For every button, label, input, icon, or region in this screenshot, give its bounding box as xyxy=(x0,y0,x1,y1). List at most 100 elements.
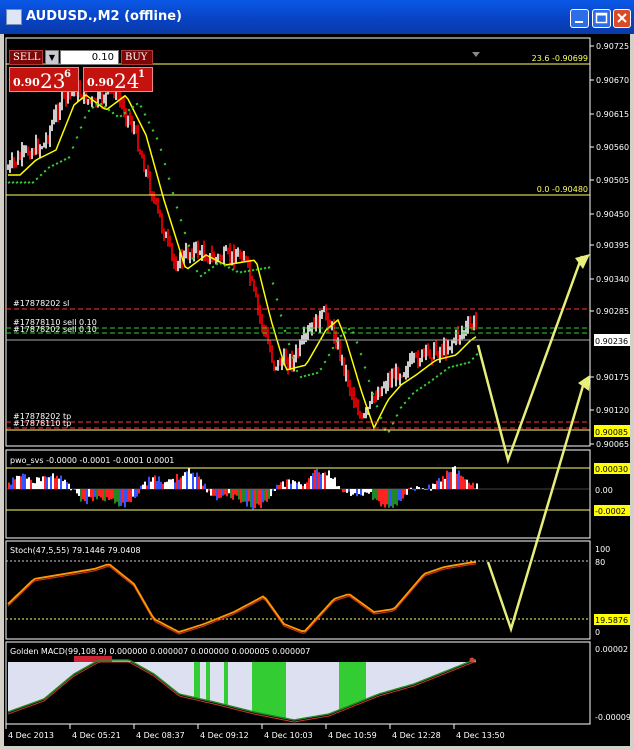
pwo-bar xyxy=(310,476,312,489)
pwo-bar xyxy=(198,476,200,489)
maximize-button[interactable] xyxy=(592,9,611,28)
pwo-bar xyxy=(234,489,236,495)
pwo-bar xyxy=(188,468,190,489)
pwo-bar xyxy=(464,479,466,489)
ma-green-dot xyxy=(475,353,479,356)
pwo-lower-value: -0.0002 xyxy=(595,507,626,516)
ma-green-dot xyxy=(155,137,159,140)
price-axis-label: 0.90340 xyxy=(596,275,629,284)
pwo-bar xyxy=(210,489,212,496)
macd-axis-top: 0.00002 xyxy=(595,645,628,654)
order-label-tp-2: #17878110 tp xyxy=(13,419,71,428)
title-bar[interactable]: AUDUSD.,M2 (offline) xyxy=(0,0,634,34)
ma-green-dot xyxy=(35,177,39,181)
ma-green-dot xyxy=(439,372,443,375)
ma-green-dot xyxy=(147,121,151,124)
pwo-bar xyxy=(232,489,234,500)
pwo-bar xyxy=(94,489,96,497)
ma-green-dot xyxy=(311,372,315,376)
pwo-bar xyxy=(156,480,158,489)
pwo-bar xyxy=(194,476,196,489)
pwo-bar xyxy=(100,489,102,498)
pwo-bar xyxy=(400,489,402,502)
main-chart-panel[interactable]: 23.6 -0.90699 0.0 -0.90480 #17878202 sl … xyxy=(5,37,630,449)
buy-button[interactable]: BUY xyxy=(121,50,153,65)
ma-green-dot xyxy=(431,378,435,381)
price-axis-label: 0.90120 xyxy=(596,406,629,415)
ma-green-dot xyxy=(215,262,219,266)
ma-green-dot xyxy=(31,181,35,184)
macd-green-block xyxy=(252,662,286,719)
ma-green-dot xyxy=(171,191,175,195)
pwo-bar xyxy=(174,482,176,489)
pwo-bar xyxy=(296,482,298,489)
macd-panel[interactable]: Golden MACD(99,108,9) 0.000000 0.000007 … xyxy=(5,641,630,725)
pwo-bar xyxy=(352,489,354,495)
lot-size-input[interactable]: 0.10 xyxy=(60,50,119,65)
ma-green-dot xyxy=(283,329,287,333)
ma-green-dot xyxy=(151,129,155,132)
macd-end-dot xyxy=(469,657,475,663)
pwo-bar xyxy=(386,489,388,505)
pwo-bar xyxy=(390,489,392,507)
pwo-bar xyxy=(278,484,280,489)
ma-green-dot xyxy=(363,366,367,369)
price-axis-label: 0.90175 xyxy=(596,373,629,382)
price-axis-label: 0.90615 xyxy=(596,110,629,119)
pwo-bar xyxy=(200,479,202,489)
pwo-bar xyxy=(370,489,372,492)
pwo-bar xyxy=(86,489,88,505)
one-click-trading-panel[interactable]: SELL ▼ 0.10 BUY 0.90 23 6 0.90 24 1 xyxy=(9,50,153,93)
pwo-bar xyxy=(442,476,444,489)
stoch-axis-80: 80 xyxy=(595,558,605,567)
pwo-bar xyxy=(30,479,32,489)
ma-green-dot xyxy=(187,244,191,248)
sell-button[interactable]: SELL xyxy=(9,50,43,65)
ma-green-dot xyxy=(63,158,67,161)
ma-green-dot xyxy=(107,108,111,112)
pwo-bar xyxy=(214,489,216,496)
ma-green-dot xyxy=(375,404,379,408)
pwo-bar xyxy=(396,489,398,506)
lot-dropdown-button[interactable]: ▼ xyxy=(45,50,59,65)
pwo-bar xyxy=(68,483,70,489)
pwo-bar xyxy=(322,472,324,489)
ma-green-dot xyxy=(403,401,407,405)
pwo-bar xyxy=(250,489,252,508)
pwo-bar xyxy=(56,475,58,489)
pwo-bar xyxy=(256,489,258,504)
fib-label-lower: 0.0 -0.90480 xyxy=(537,185,588,194)
pwo-bar xyxy=(434,484,436,489)
time-axis-label: 4 Dec 08:37 xyxy=(136,731,185,740)
pwo-bar xyxy=(346,489,348,493)
pwo-bar xyxy=(428,484,430,489)
pwo-bar xyxy=(186,471,188,489)
ma-green-dot xyxy=(59,160,63,163)
stochastic-panel[interactable]: Stoch(47,5,55) 79.1446 79.0408 100 80 19… xyxy=(5,540,630,640)
chart-area[interactable]: 23.6 -0.90699 0.0 -0.90480 #17878202 sl … xyxy=(4,34,630,746)
close-button[interactable] xyxy=(613,9,631,28)
ma-green-dot xyxy=(15,181,19,184)
time-axis-label: 4 Dec 2013 xyxy=(8,731,54,740)
sell-price-button[interactable]: 0.90 23 6 xyxy=(9,67,79,93)
buy-price-button[interactable]: 0.90 24 1 xyxy=(83,67,153,93)
pwo-bar xyxy=(50,476,52,489)
time-axis-label: 4 Dec 10:03 xyxy=(264,731,313,740)
pwo-bar xyxy=(398,489,400,501)
pwo-bar xyxy=(326,475,328,489)
pwo-bar xyxy=(362,489,364,496)
pwo-bar xyxy=(306,482,308,489)
ma-green-dot xyxy=(295,369,299,373)
pwo-bar xyxy=(212,489,214,496)
close-icon xyxy=(617,13,627,23)
order-label-sl: #17878202 sl xyxy=(13,299,69,308)
pwo-indicator-panel[interactable]: pwo_svs -0.0000 -0.0001 -0.0001 0.0001 0… xyxy=(5,449,630,539)
sell-price-pips: 23 xyxy=(40,69,66,93)
pwo-bar xyxy=(270,489,272,497)
pwo-bar xyxy=(152,477,154,489)
time-axis-label: 4 Dec 05:21 xyxy=(72,731,121,740)
pwo-bar xyxy=(436,480,438,489)
ma-green-dot xyxy=(451,365,455,368)
minimize-button[interactable] xyxy=(570,9,589,28)
pwo-bar xyxy=(342,489,344,493)
